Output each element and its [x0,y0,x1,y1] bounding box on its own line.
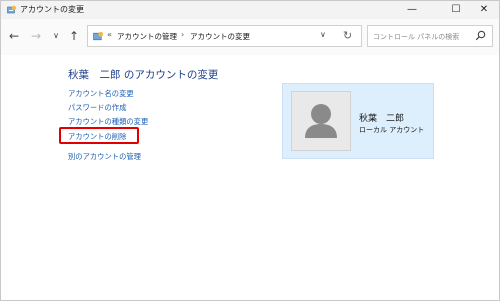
up-button[interactable]: ↑ [67,29,81,43]
avatar [291,91,351,151]
breadcrumb-account-management[interactable]: アカウントの管理 [117,31,177,42]
change-account-type-link[interactable]: アカウントの種類の変更 [68,117,148,127]
back-button[interactable]: ← [7,29,21,43]
breadcrumb-account-change[interactable]: アカウントの変更 [190,31,250,42]
close-button[interactable]: ✕ [469,1,499,19]
minimize-button[interactable]: — [397,1,427,19]
app-window: アカウントの変更 — ☐ ✕ ← → ∨ ↑ « アカウントの管理 › アカウン… [0,0,500,301]
address-bar[interactable]: « アカウントの管理 › アカウントの変更 ∨ ↻ [87,25,362,47]
user-avatar-icon [305,104,337,138]
user-name: 秋葉 二郎 [359,114,405,124]
create-password-link[interactable]: パスワードの作成 [68,103,126,113]
highlight-box [59,127,139,144]
main-content: 秋葉 二郎 のアカウントの変更 アカウント名の変更 パスワードの作成 アカウント… [1,55,499,300]
user-account-card: 秋葉 二郎 ローカル アカウント [282,83,434,159]
breadcrumb-separator[interactable]: › [181,30,184,39]
address-dropdown-button[interactable]: ∨ [320,30,326,39]
search-placeholder: コントロール パネルの検索 [373,33,460,41]
forward-button[interactable]: → [29,29,43,43]
account-type: ローカル アカウント [359,126,425,134]
address-more[interactable]: « [107,30,112,39]
recent-locations-button[interactable]: ∨ [49,29,63,43]
window-title: アカウントの変更 [20,5,84,14]
search-input[interactable]: コントロール パネルの検索 [367,25,493,47]
rename-account-link[interactable]: アカウント名の変更 [68,89,134,99]
manage-another-account-link[interactable]: 別のアカウントの管理 [68,152,141,162]
title-bar: アカウントの変更 — ☐ ✕ [1,1,499,19]
control-panel-icon [93,31,104,41]
refresh-button[interactable]: ↻ [343,29,352,42]
control-panel-icon [7,5,17,14]
search-icon[interactable] [475,30,486,41]
maximize-button[interactable]: ☐ [441,1,471,19]
navigation-bar: ← → ∨ ↑ « アカウントの管理 › アカウントの変更 ∨ ↻ コントロール… [1,19,499,55]
page-title: 秋葉 二郎 のアカウントの変更 [68,69,219,81]
